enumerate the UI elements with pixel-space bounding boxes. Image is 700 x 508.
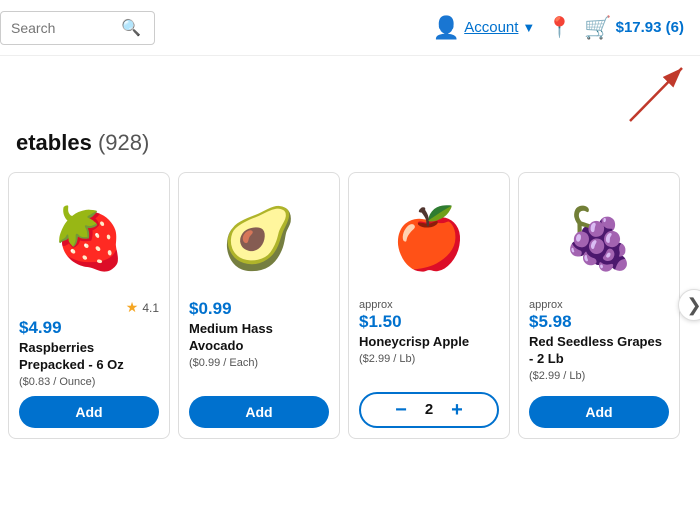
unit-price-avocado: ($0.99 / Each) bbox=[189, 357, 258, 369]
user-icon: 👤 bbox=[433, 15, 460, 41]
product-image-raspberries: 🍓 bbox=[19, 183, 159, 293]
product-image-grapes: 🍇 bbox=[529, 183, 669, 293]
search-input[interactable] bbox=[11, 20, 121, 36]
cart-total: $17.93 (6) bbox=[616, 19, 684, 36]
unit-price-grapes: ($2.99 / Lb) bbox=[529, 370, 585, 382]
search-box[interactable]: 🔍 bbox=[0, 11, 155, 45]
product-price-raspberries: $4.99 bbox=[19, 318, 62, 338]
unit-price-raspberries: ($0.83 / Ounce) bbox=[19, 376, 95, 388]
approx-label: approx bbox=[529, 299, 563, 311]
cart-icon: 🛒 bbox=[584, 15, 611, 41]
product-price-apple: $1.50 bbox=[359, 312, 402, 332]
product-image-avocado: 🥑 bbox=[189, 183, 329, 293]
product-name-avocado: Medium Hass Avocado bbox=[189, 321, 329, 355]
approx-label: approx bbox=[359, 299, 393, 311]
product-name-grapes: Red Seedless Grapes - 2 Lb bbox=[529, 334, 669, 368]
product-price-grapes: $5.98 bbox=[529, 312, 572, 332]
qty-decrease-button[interactable]: − bbox=[385, 394, 417, 426]
rating-value: 4.1 bbox=[142, 301, 159, 315]
header-right: 👤 Account ▼ 📍 🛒 $17.93 (6) bbox=[433, 15, 684, 41]
qty-increase-button[interactable]: + bbox=[441, 394, 473, 426]
product-card-apple: 🍎 approx $1.50 Honeycrisp Apple ($2.99 /… bbox=[348, 172, 510, 439]
product-price-avocado: $0.99 bbox=[189, 299, 232, 319]
product-image-apple: 🍎 bbox=[359, 183, 499, 293]
unit-price-apple: ($2.99 / Lb) bbox=[359, 353, 415, 365]
search-icon: 🔍 bbox=[121, 18, 141, 38]
cart-section[interactable]: 🛒 $17.93 (6) bbox=[584, 15, 684, 41]
annotation-arrow bbox=[500, 56, 700, 126]
account-section[interactable]: 👤 Account ▼ bbox=[433, 15, 535, 41]
chevron-down-icon: ▼ bbox=[522, 20, 535, 35]
page-title-text: etables bbox=[16, 130, 92, 155]
product-emoji-raspberries: 🍓 bbox=[44, 193, 134, 283]
add-button-raspberries[interactable]: Add bbox=[19, 396, 159, 428]
star-icon: ★ bbox=[126, 299, 139, 316]
qty-control: − 2 + bbox=[359, 392, 499, 428]
account-label: Account bbox=[464, 19, 518, 36]
product-emoji-apple: 🍎 bbox=[384, 193, 474, 283]
location-icon[interactable]: 📍 bbox=[547, 15, 572, 40]
product-name-apple: Honeycrisp Apple bbox=[359, 334, 469, 351]
annotation-arrow-container bbox=[0, 56, 700, 126]
product-name-raspberries: Raspberries Prepacked - 6 Oz bbox=[19, 340, 159, 374]
product-card-raspberries: 🍓 ★ 4.1 $4.99 Raspberries Prepacked - 6 … bbox=[8, 172, 170, 439]
add-button-grapes[interactable]: Add bbox=[529, 396, 669, 428]
product-card-grapes: 🍇 approx $5.98 Red Seedless Grapes - 2 L… bbox=[518, 172, 680, 439]
product-emoji-avocado: 🥑 bbox=[214, 193, 304, 283]
add-button-avocado[interactable]: Add bbox=[189, 396, 329, 428]
header: 🔍 👤 Account ▼ 📍 🛒 $17.93 (6) bbox=[0, 0, 700, 56]
next-arrow-button[interactable]: ❯ bbox=[678, 289, 700, 321]
product-emoji-grapes: 🍇 bbox=[554, 193, 644, 283]
page-count: (928) bbox=[98, 130, 149, 155]
page-title: etables (928) bbox=[16, 130, 149, 155]
page-title-section: etables (928) bbox=[0, 126, 700, 172]
rating-row: ★ 4.1 bbox=[19, 299, 159, 316]
product-card-avocado: 🥑 $0.99 Medium Hass Avocado ($0.99 / Eac… bbox=[178, 172, 340, 439]
products-row: 🍓 ★ 4.1 $4.99 Raspberries Prepacked - 6 … bbox=[8, 172, 692, 439]
products-area: 🍓 ★ 4.1 $4.99 Raspberries Prepacked - 6 … bbox=[0, 172, 700, 439]
qty-value: 2 bbox=[417, 395, 441, 424]
